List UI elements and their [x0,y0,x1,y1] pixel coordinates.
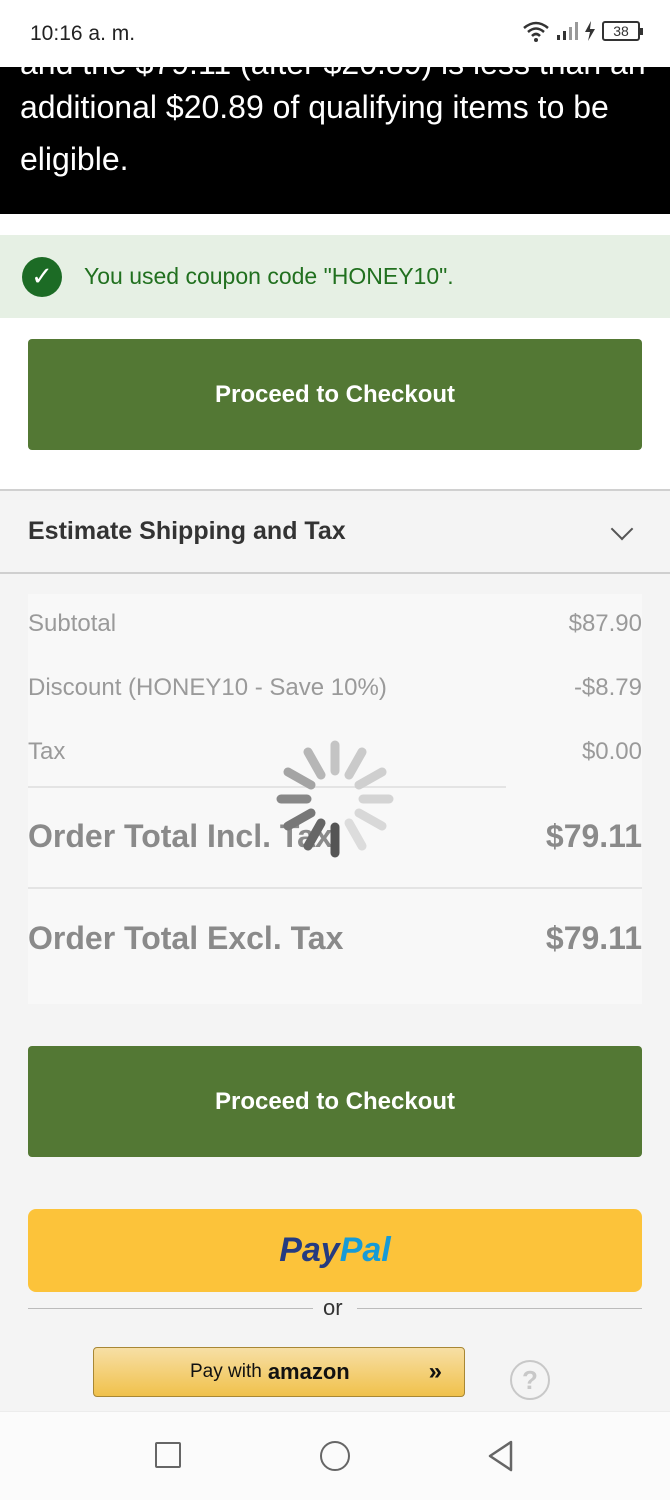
or-line-left [28,1308,313,1309]
coupon-text: You used coupon code "HONEY10". [84,263,454,289]
paypal-button[interactable]: Pay Pal [28,1209,642,1292]
order-total-excl-label: Order Total Excl. Tax [28,920,344,956]
nav-back-icon[interactable] [487,1440,515,1472]
paypal-logo-part2: Pal [339,1231,391,1269]
total-divider [28,887,642,889]
battery-icon: 38 [602,21,643,41]
or-text: or [323,1295,343,1320]
amazon-logo: amazon [267,1359,350,1384]
status-icons: 38 [522,20,643,42]
status-time: 10:16 a. m. [30,22,136,45]
nav-home-icon[interactable] [320,1441,350,1471]
tax-label: Tax [28,738,66,765]
wifi-icon [523,21,549,42]
discount-value: -$8.79 [573,674,642,701]
nav-recents-icon[interactable] [155,1442,181,1468]
order-total-excl-value: $79.11 [545,920,642,956]
or-line-right [357,1308,642,1309]
proceed-to-checkout-button-top[interactable]: Proceed to Checkout [28,339,642,450]
amazon-pay-button[interactable]: Pay with amazon » [93,1347,465,1397]
estimate-shipping-toggle[interactable]: Estimate Shipping and Tax [0,491,670,574]
tax-divider [28,786,506,788]
paypal-logo-part1: Pay [279,1231,340,1269]
subtotal-row: Subtotal $87.90 [28,610,642,638]
order-total-incl-value: $79.11 [545,818,642,854]
android-nav-bar [0,1411,670,1500]
subtotal-value: $87.90 [568,610,642,637]
chevron-down-icon [610,517,634,541]
free-shipping-banner: and the $79.11 (after $20.89) is less th… [0,67,670,214]
status-bar: 10:16 a. m. 38 [0,0,670,67]
order-total-excl-row: Order Total Excl. Tax $79.11 [28,920,642,957]
subtotal-label: Subtotal [28,610,117,637]
discount-row: Discount (HONEY10 - Save 10%) -$8.79 [28,674,642,702]
banner-text: additional $20.89 of qualifying items to… [20,89,609,177]
charging-icon [585,21,595,41]
proceed-to-checkout-button-bottom[interactable]: Proceed to Checkout [28,1046,642,1157]
signal-icon [557,22,578,40]
discount-label: Discount (HONEY10 - Save 10%) [28,674,387,701]
amazon-pay-prefix: Pay with [190,1361,262,1382]
check-icon: ✓ [22,256,62,297]
estimate-shipping-title: Estimate Shipping and Tax [28,517,346,545]
help-icon[interactable]: ? [510,1360,550,1400]
tax-value: $0.00 [581,738,642,765]
or-separator: or [28,1290,642,1326]
loading-spinner-icon [276,740,394,858]
double-chevron-icon: » [428,1358,442,1385]
coupon-success-message: ✓ You used coupon code "HONEY10". [0,235,670,318]
